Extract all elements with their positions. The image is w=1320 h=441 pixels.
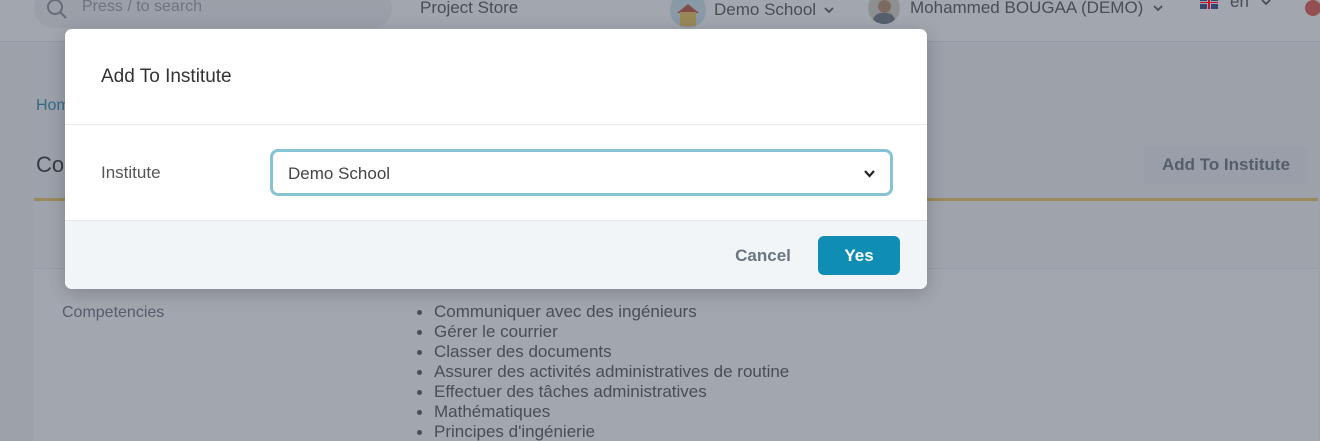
add-to-institute-dialog: Add To Institute Institute Demo School C… [65,29,927,289]
institute-select-value: Demo School [288,164,391,183]
cancel-button[interactable]: Cancel [717,237,809,275]
institute-select[interactable]: Demo School [270,149,893,196]
yes-button[interactable]: Yes [818,236,900,275]
dialog-footer: Cancel Yes [65,220,927,289]
dialog-header: Add To Institute [65,29,927,125]
institute-label: Institute [101,163,161,182]
chevron-down-icon [864,170,875,178]
dialog-title: Add To Institute [101,66,232,87]
dialog-body: Institute Demo School [65,125,927,220]
